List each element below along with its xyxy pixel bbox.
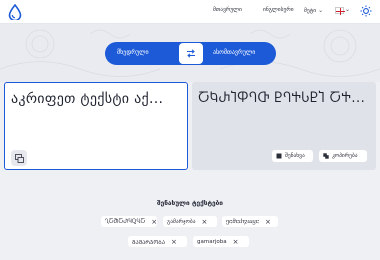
saved-chip-label: gamarjoba: [197, 238, 227, 245]
save-label: შენახვა: [285, 153, 305, 159]
output-text: ႠႩႰႨႴႤႧ ႲႤႵႱႲႨ ႠႵ...: [198, 91, 366, 106]
saved-chip-label: ႢႠႫႠႰႯႭႡႠ: [105, 218, 146, 225]
swap-arrows-icon: [187, 49, 195, 58]
chevron-down-icon[interactable]: ⌄: [345, 6, 350, 13]
nav-item-more[interactable]: მეტი ⌄: [304, 7, 323, 14]
saved-chip-label: გამარჯობა: [167, 218, 196, 225]
theme-sun-icon[interactable]: [360, 5, 372, 17]
language-switcher: მხედრული ასომთავრული: [105, 42, 276, 65]
close-icon[interactable]: ×: [265, 218, 271, 226]
output-panel: ႠႩႰႨႴႤႧ ႲႤႵႱႲႨ ႠႵ... შენახვა კოპირება: [192, 82, 376, 170]
copy-icon: [323, 153, 329, 159]
keyboard-button[interactable]: [11, 150, 27, 166]
georgia-flag-icon[interactable]: [335, 7, 345, 15]
input-textarea[interactable]: აკრიფეთ ტექსტი აქ...: [11, 91, 163, 107]
nav-item-english[interactable]: ინგლისური: [263, 7, 294, 13]
chevron-down-icon: ⌄: [318, 7, 324, 14]
saved-chip[interactable]: gamarjoba ×: [193, 236, 249, 247]
source-language-button[interactable]: მხედრული: [117, 49, 149, 56]
target-language-button[interactable]: ასომთავრული: [213, 49, 255, 56]
drop-logo-icon[interactable]: [8, 4, 22, 20]
saved-chip[interactable]: გამარჯობა ×: [163, 216, 217, 227]
saved-texts-heading: შენახული ტექსტები: [157, 199, 223, 207]
copy-label: კოპირება: [332, 153, 358, 159]
saved-chip[interactable]: ⴂⴀⴋⴀⴐⴟⴍⴁⴀ ×: [222, 216, 278, 227]
copy-button[interactable]: კოპირება: [319, 150, 367, 162]
nav-more-label: მეტი: [304, 8, 317, 14]
save-button[interactable]: შენახვა: [272, 150, 313, 162]
keyboard-icon: [14, 153, 24, 163]
input-panel[interactable]: აკრიფეთ ტექსტი აქ...: [4, 82, 188, 170]
close-icon[interactable]: ×: [202, 218, 208, 226]
top-bar: მთავრული ინგლისური მეტი ⌄ ⌄: [0, 0, 380, 24]
saved-chip[interactable]: ᲒᲐᲛᲐᲠᲯᲝᲑᲐ ×: [128, 236, 187, 247]
swap-languages-button[interactable]: [179, 43, 203, 64]
save-icon: [276, 153, 282, 159]
saved-chip-label: ᲒᲐᲛᲐᲠᲯᲝᲑᲐ: [132, 239, 166, 246]
close-icon[interactable]: ×: [151, 218, 157, 226]
close-icon[interactable]: ×: [171, 238, 177, 246]
saved-chip-label: ⴂⴀⴋⴀⴐⴟⴍⴁⴀ: [226, 218, 259, 225]
close-icon[interactable]: ×: [233, 238, 239, 246]
saved-chip[interactable]: ႢႠႫႠႰႯႭႡႠ ×: [101, 216, 157, 227]
nav-item-mtavruli[interactable]: მთავრული: [213, 7, 242, 13]
